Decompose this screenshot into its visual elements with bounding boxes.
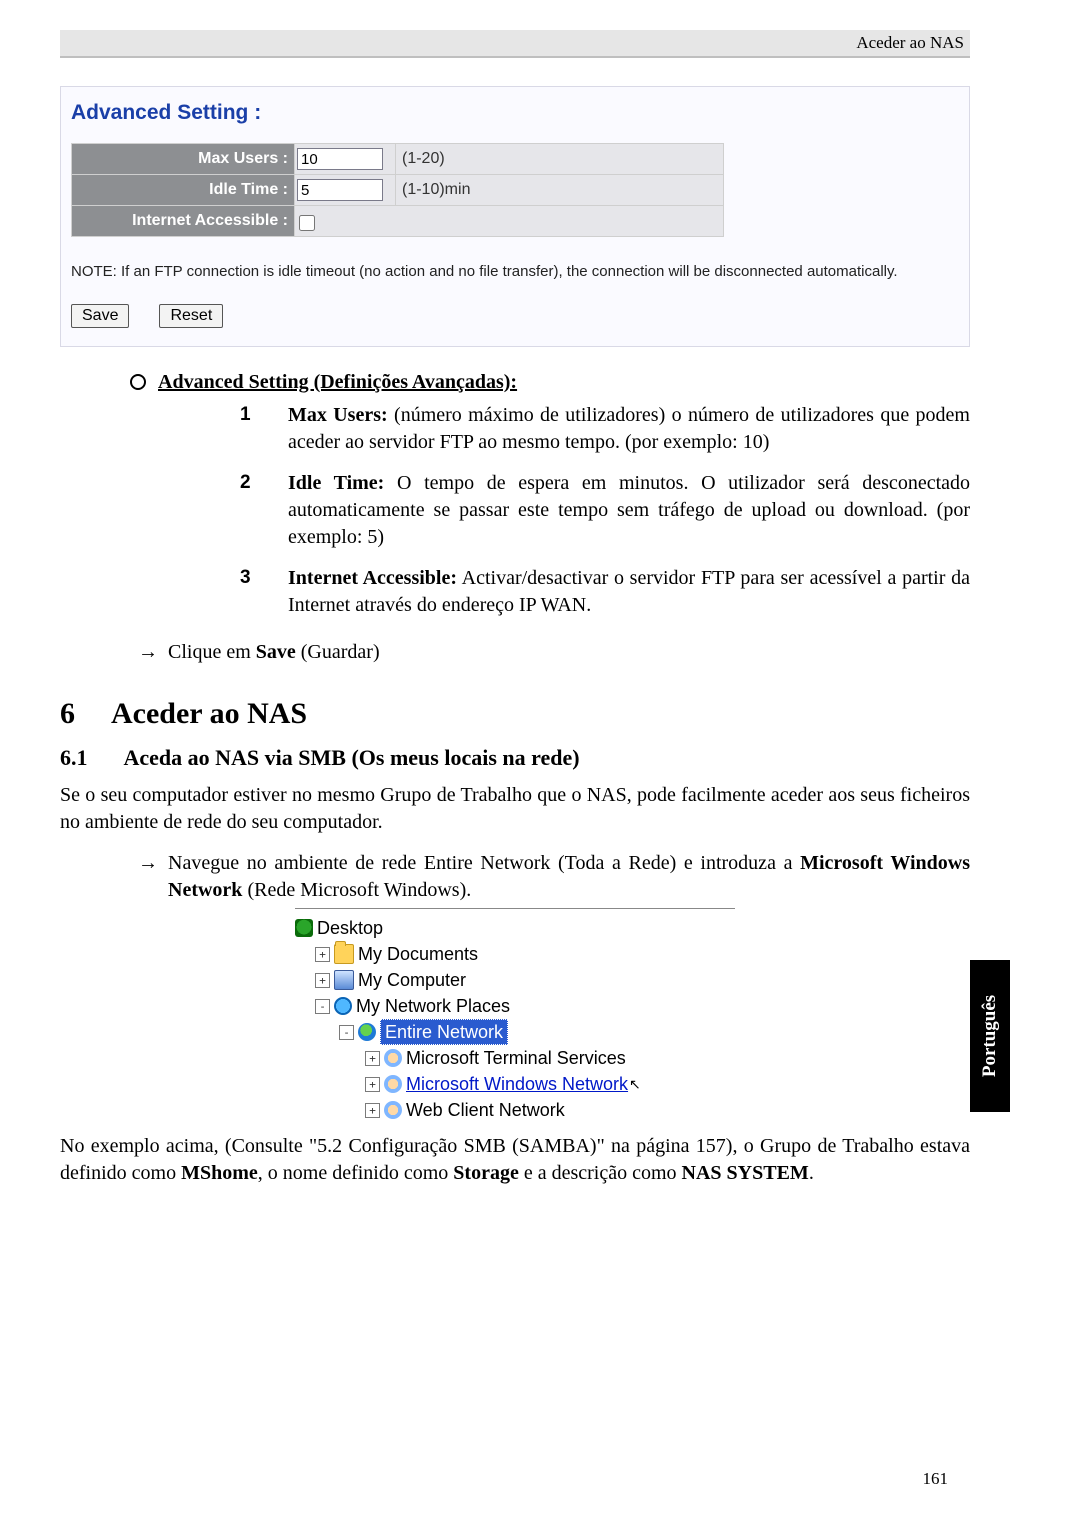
folder-icon: [334, 944, 354, 964]
row-max-users: Max Users : (1-20): [72, 144, 724, 175]
tree-microsoft-windows-network: + Microsoft Windows Network ↖: [365, 1071, 735, 1097]
tree-web-client-network: + Web Client Network: [365, 1097, 735, 1123]
arrow-icon: →: [138, 639, 158, 666]
li2-text: O tempo de espera em minutos. O utilizad…: [288, 472, 970, 548]
subsection-title: Aceda ao NAS via SMB (Os meus locais na …: [124, 743, 580, 773]
section-number: 6: [60, 694, 75, 735]
idle-time-input[interactable]: [297, 179, 383, 201]
tree-desktop: Desktop: [295, 915, 735, 941]
outro-b2: Storage: [453, 1162, 519, 1184]
cell-internet-input: [295, 206, 724, 237]
network-tree-figure: Desktop + My Documents + My Computer - M…: [295, 908, 735, 1123]
section-6-heading: 6 Aceder ao NAS: [60, 694, 970, 735]
tree-mycomp-label: My Computer: [358, 968, 466, 992]
save-bold: Save: [256, 641, 296, 663]
outro-post: .: [809, 1162, 814, 1184]
list-item-3: Internet Accessible: Activar/desactivar …: [240, 565, 970, 633]
expand-icon[interactable]: +: [365, 1103, 380, 1118]
li3-bold: Internet Accessible:: [288, 567, 457, 589]
network-node-icon: [384, 1049, 402, 1067]
outro-mid1: , o nome definido como: [258, 1162, 454, 1184]
outro-b1: MShome: [181, 1162, 258, 1184]
row-internet-accessible: Internet Accessible :: [72, 206, 724, 237]
save-button[interactable]: Save: [71, 304, 129, 328]
expand-icon[interactable]: +: [315, 973, 330, 988]
list-item-2: Idle Time: O tempo de espera em minutos.…: [240, 470, 970, 565]
desktop-icon: [295, 919, 313, 937]
reset-button[interactable]: Reset: [159, 304, 223, 328]
internet-accessible-checkbox[interactable]: [299, 215, 315, 231]
computer-icon: [334, 970, 354, 990]
nav-pre: Navegue no ambiente de rede Entire Netwo…: [168, 852, 800, 874]
outro-mid2: e a descrição como: [519, 1162, 682, 1184]
outro-b3: NAS SYSTEM: [682, 1162, 809, 1184]
row-idle-time: Idle Time : (1-10)min: [72, 175, 724, 206]
tree-mydocs-label: My Documents: [358, 942, 478, 966]
panel-title: Advanced Setting :: [71, 101, 953, 125]
nav-post: (Rede Microsoft Windows).: [242, 879, 471, 901]
subsection-6-1-heading: 6.1 Aceda ao NAS via SMB (Os meus locais…: [60, 743, 970, 773]
tree-my-documents: + My Documents: [315, 941, 735, 967]
cursor-icon: ↖: [629, 1075, 641, 1094]
label-internet: Internet Accessible :: [72, 206, 295, 237]
settings-table: Max Users : (1-20) Idle Time : (1-10)min…: [71, 143, 724, 237]
header-title: Aceder ao NAS: [856, 33, 964, 53]
arrow-icon: →: [138, 850, 158, 904]
expand-icon[interactable]: +: [365, 1077, 380, 1092]
cell-idle-time-input: [295, 175, 396, 206]
outro-paragraph: No exemplo acima, (Consulte "5.2 Configu…: [60, 1133, 970, 1187]
label-idle-time: Idle Time :: [72, 175, 295, 206]
tree-netplaces-label: My Network Places: [356, 994, 510, 1018]
collapse-icon[interactable]: -: [315, 999, 330, 1014]
list-item-1: Max Users: (número máximo de utilizadore…: [240, 402, 970, 470]
button-row: Save Reset: [71, 304, 953, 328]
page-header: Aceder ao NAS: [60, 30, 970, 58]
collapse-icon[interactable]: -: [339, 1025, 354, 1040]
label-max-users: Max Users :: [72, 144, 295, 175]
hint-max-users: (1-20): [396, 144, 724, 175]
language-tab-label: Português: [979, 995, 1001, 1077]
language-tab: Português: [970, 960, 1010, 1112]
tree-mswin-link[interactable]: Microsoft Windows Network: [406, 1072, 628, 1096]
li2-bold: Idle Time:: [288, 472, 384, 494]
save-post: (Guardar): [296, 641, 380, 663]
network-places-icon: [334, 997, 352, 1015]
tree-webclient-label: Web Client Network: [406, 1098, 565, 1122]
network-node-icon: [384, 1101, 402, 1119]
page-number: 161: [923, 1469, 949, 1489]
panel-note: NOTE: If an FTP connection is idle timeo…: [71, 263, 953, 280]
li1-text: (número máximo de utilizadores) o número…: [288, 404, 970, 453]
network-node-icon: [384, 1075, 402, 1093]
subsection-number: 6.1: [60, 743, 88, 773]
tree-entire-label[interactable]: Entire Network: [380, 1019, 508, 1045]
tree-entire-network: - Entire Network: [339, 1019, 735, 1045]
tree-desktop-label: Desktop: [317, 916, 383, 940]
globe-icon: [358, 1023, 376, 1041]
adv-setting-bullet: Advanced Setting (Definições Avançadas):: [130, 369, 970, 396]
tree-my-computer: + My Computer: [315, 967, 735, 993]
save-pre: Clique em: [168, 641, 256, 663]
bullet-circle-icon: [130, 374, 146, 390]
intro-paragraph: Se o seu computador estiver no mesmo Gru…: [60, 782, 970, 836]
tree-my-network-places: - My Network Places: [315, 993, 735, 1019]
hint-idle-time: (1-10)min: [396, 175, 724, 206]
section-title: Aceder ao NAS: [111, 694, 307, 735]
expand-icon[interactable]: +: [315, 947, 330, 962]
save-instruction: → Clique em Save (Guardar): [138, 639, 970, 666]
advanced-setting-panel: Advanced Setting : Max Users : (1-20) Id…: [60, 86, 970, 347]
tree-term-label: Microsoft Terminal Services: [406, 1046, 626, 1070]
max-users-input[interactable]: [297, 148, 383, 170]
expand-icon[interactable]: +: [365, 1051, 380, 1066]
tree-terminal-services: + Microsoft Terminal Services: [365, 1045, 735, 1071]
cell-max-users-input: [295, 144, 396, 175]
definitions-list: Max Users: (número máximo de utilizadore…: [60, 402, 970, 633]
li1-bold: Max Users:: [288, 404, 388, 426]
adv-setting-heading: Advanced Setting (Definições Avançadas):: [158, 369, 517, 396]
navigate-instruction: → Navegue no ambiente de rede Entire Net…: [138, 850, 970, 904]
